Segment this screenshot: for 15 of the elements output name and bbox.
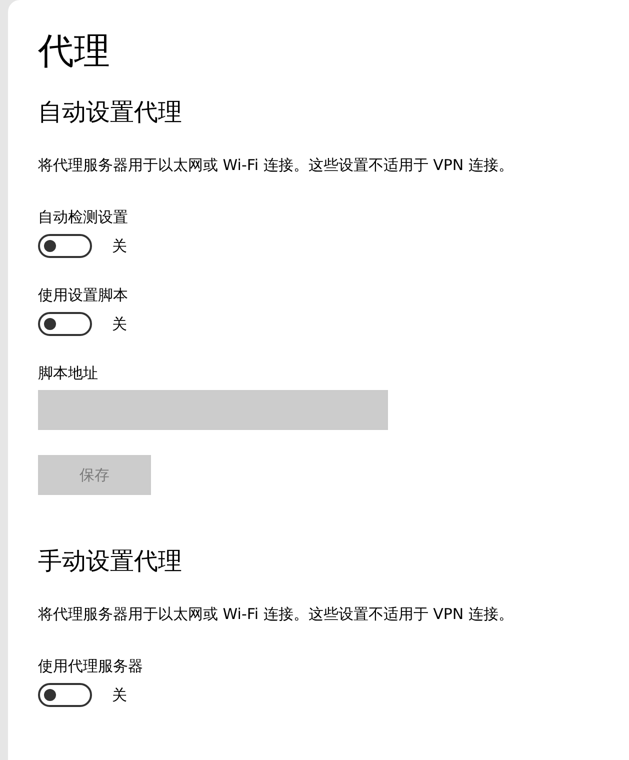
section-description: 将代理服务器用于以太网或 Wi-Fi 连接。这些设置不适用于 VPN 连接。 — [38, 604, 514, 625]
section-description: 将代理服务器用于以太网或 Wi-Fi 连接。这些设置不适用于 VPN 连接。 — [38, 155, 514, 176]
section-heading: 手动设置代理 — [38, 546, 183, 577]
setting-label: 使用代理服务器 — [38, 656, 144, 677]
field-label: 脚本地址 — [38, 363, 99, 384]
section-heading: 自动设置代理 — [38, 97, 183, 128]
setting-label: 自动检测设置 — [38, 207, 129, 228]
page-title: 代理 — [38, 30, 111, 74]
toggle-switch[interactable] — [38, 683, 92, 707]
toggle-state: 关 — [112, 686, 127, 704]
setting-label: 使用设置脚本 — [38, 285, 129, 306]
toggle-switch[interactable] — [38, 312, 92, 336]
toggle-state: 关 — [112, 314, 127, 334]
toggle-state: 关 — [112, 236, 127, 256]
toggle-switch[interactable] — [38, 234, 92, 258]
